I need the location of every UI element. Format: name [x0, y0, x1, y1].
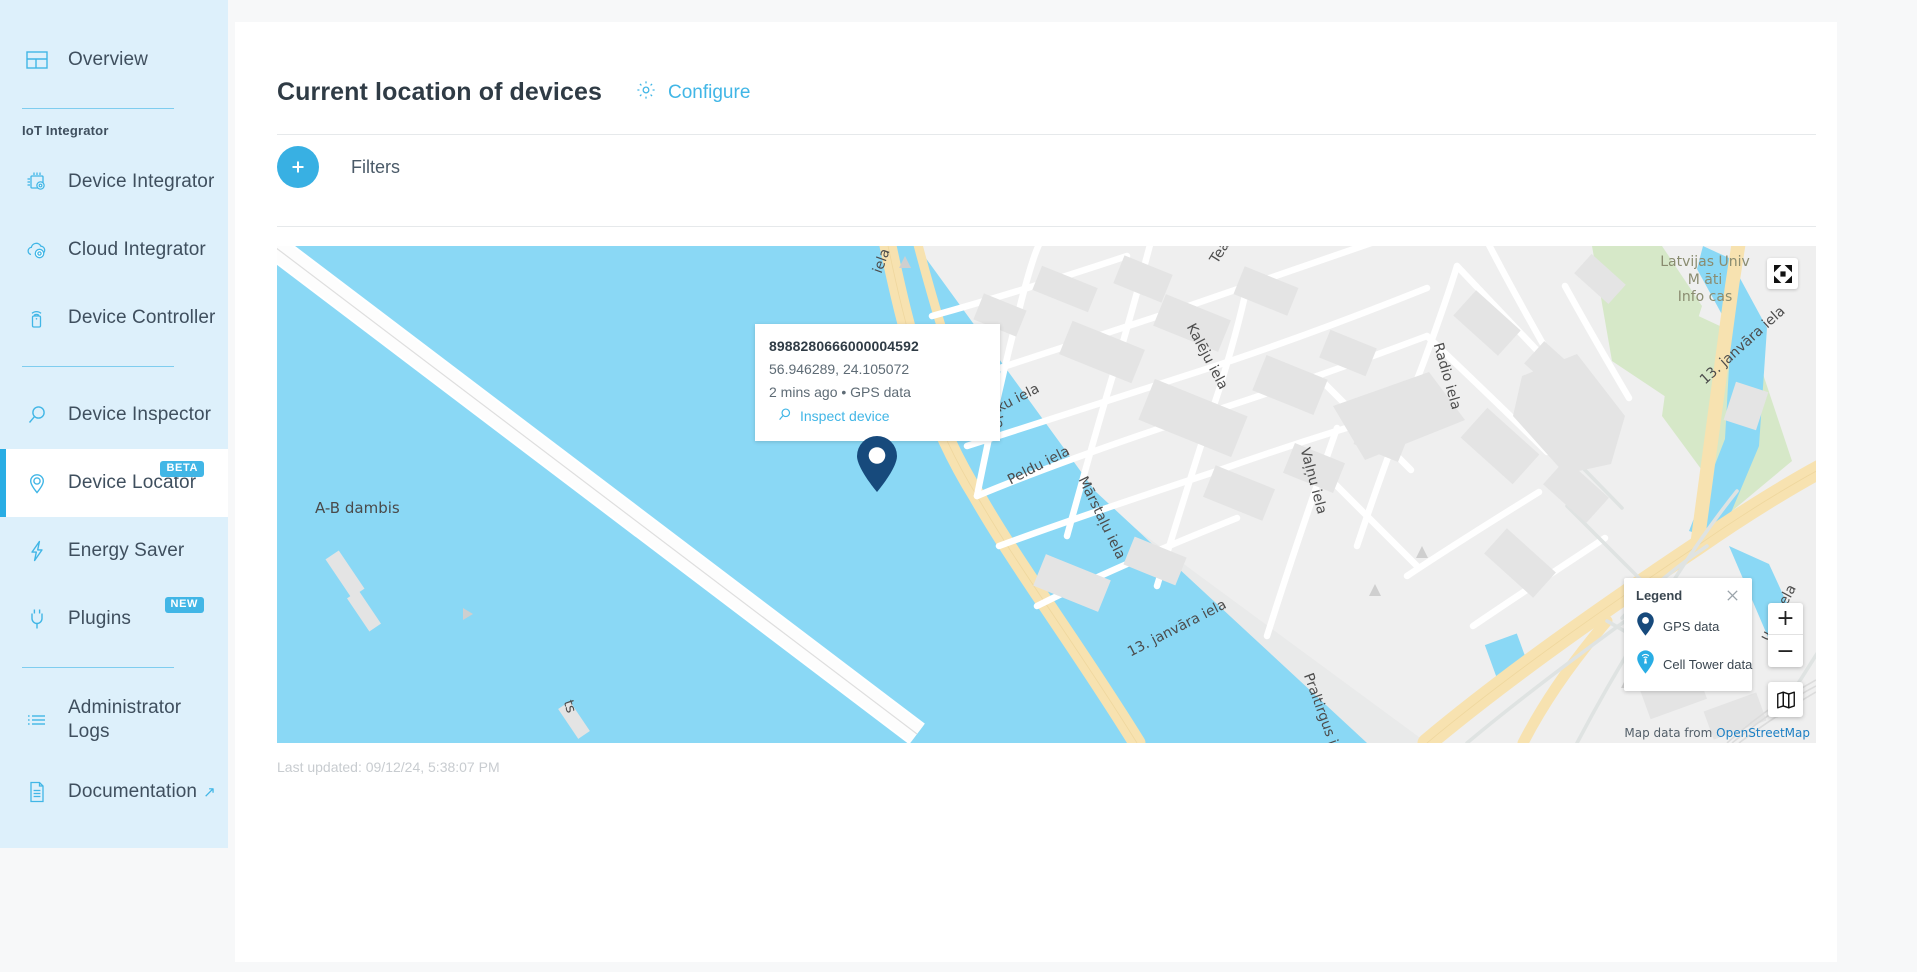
openstreetmap-link[interactable]: OpenStreetMap	[1716, 726, 1810, 740]
magnifier-icon	[776, 406, 793, 426]
device-imei: 8988280666000004592	[769, 338, 984, 354]
legend-header: Legend	[1636, 588, 1740, 603]
header-row: Current location of devices Configure	[256, 22, 1816, 107]
sidebar-item-label: Overview	[68, 48, 148, 72]
device-integrator-icon	[22, 167, 52, 197]
sidebar-badge-new: NEW	[165, 597, 204, 613]
gear-icon	[635, 79, 657, 106]
external-link-icon: ↗	[203, 783, 216, 801]
map-zoom-controls[interactable]: + −	[1768, 603, 1803, 667]
sidebar-item-label: Documentation	[68, 780, 197, 804]
sidebar-item-label: Energy Saver	[68, 539, 184, 563]
list-icon	[22, 705, 52, 735]
sidebar: Overview IoT Integrator Device Integrato…	[0, 0, 228, 848]
add-filter-button[interactable]	[277, 146, 319, 188]
legend-row-gps: GPS data	[1636, 612, 1740, 641]
plug-icon	[22, 604, 52, 634]
sidebar-item-device-locator[interactable]: BETA Device Locator	[0, 449, 228, 517]
map-layers-button[interactable]	[1768, 682, 1803, 717]
device-popup[interactable]: 8988280666000004592 56.946289, 24.105072…	[755, 324, 1000, 441]
configure-button[interactable]: Configure	[635, 79, 750, 106]
filters-row: Filters	[256, 135, 1816, 199]
sidebar-item-label: Administrator Logs	[68, 696, 180, 744]
fullscreen-icon	[1773, 264, 1793, 284]
last-updated-text: Last updated: 09/12/24, 5:38:07 PM	[277, 759, 1816, 775]
attribution-prefix: Map data from	[1624, 726, 1716, 740]
map-canvas[interactable]: DaugavaA-B dambisielaKungu ielaGrēciniek…	[277, 246, 1816, 743]
configure-label: Configure	[668, 82, 750, 104]
legend-label: Cell Tower data	[1663, 657, 1752, 672]
layers-map-icon	[1775, 689, 1797, 711]
sidebar-item-label: Device Integrator	[68, 170, 214, 194]
sidebar-item-plugins[interactable]: NEW Plugins	[0, 585, 228, 653]
sidebar-item-overview[interactable]: Overview	[0, 26, 228, 94]
device-coordinates: 56.946289, 24.105072	[769, 361, 984, 377]
legend-title: Legend	[1636, 588, 1682, 603]
sidebar-section-label: IoT Integrator	[0, 123, 228, 138]
content-card: Current location of devices Configure	[235, 22, 1837, 962]
fullscreen-button[interactable]	[1767, 258, 1798, 289]
sidebar-divider-3	[22, 667, 174, 668]
cloud-integrator-icon	[22, 235, 52, 265]
sidebar-item-label: Device Inspector	[68, 403, 211, 427]
zoom-in-button[interactable]: +	[1768, 603, 1803, 635]
plus-icon	[288, 157, 308, 177]
sidebar-item-device-inspector[interactable]: Device Inspector	[0, 381, 228, 449]
filters-label: Filters	[351, 157, 400, 178]
cell-tower-pin-icon	[1636, 650, 1655, 679]
map-pin-filled-icon	[1636, 612, 1655, 641]
sidebar-item-device-controller[interactable]: Device Controller	[0, 284, 228, 352]
lightning-icon	[22, 536, 52, 566]
inspect-device-label: Inspect device	[800, 408, 890, 424]
dashboard-icon	[22, 45, 52, 75]
sidebar-badge-beta: BETA	[160, 461, 204, 477]
legend-row-cell-tower: Cell Tower data	[1636, 650, 1740, 679]
map-legend[interactable]: Legend	[1624, 578, 1752, 691]
sidebar-item-device-integrator[interactable]: Device Integrator	[0, 148, 228, 216]
sidebar-item-cloud-integrator[interactable]: Cloud Integrator	[0, 216, 228, 284]
sidebar-item-documentation[interactable]: Documentation ↗	[0, 758, 228, 826]
map-tiles	[277, 246, 1816, 743]
close-icon[interactable]	[1725, 588, 1740, 603]
main-content: Current location of devices Configure	[228, 0, 1917, 972]
sidebar-item-label: Cloud Integrator	[68, 238, 206, 262]
map-attribution: Map data from OpenStreetMap	[1624, 726, 1810, 740]
device-meta: 2 mins ago • GPS data	[769, 384, 984, 400]
sidebar-item-energy-saver[interactable]: Energy Saver	[0, 517, 228, 585]
magnifier-icon	[22, 400, 52, 430]
map-pin-filled-icon	[854, 435, 900, 493]
sidebar-divider-1	[22, 108, 174, 109]
document-icon	[22, 777, 52, 807]
app-root: Overview IoT Integrator Device Integrato…	[0, 0, 1917, 972]
legend-label: GPS data	[1663, 619, 1719, 634]
sidebar-divider-2	[22, 366, 174, 367]
inspect-device-link[interactable]: Inspect device	[769, 406, 984, 426]
device-marker-gps[interactable]	[854, 435, 900, 498]
map-pin-icon	[22, 468, 52, 498]
device-controller-icon	[22, 303, 52, 333]
filters-divider	[277, 226, 1816, 227]
sidebar-item-label: Device Controller	[68, 306, 215, 330]
sidebar-item-administrator-logs[interactable]: Administrator Logs	[0, 682, 228, 758]
sidebar-item-label: Plugins	[68, 607, 131, 631]
zoom-out-button[interactable]: −	[1768, 635, 1803, 667]
page-title: Current location of devices	[277, 78, 602, 107]
